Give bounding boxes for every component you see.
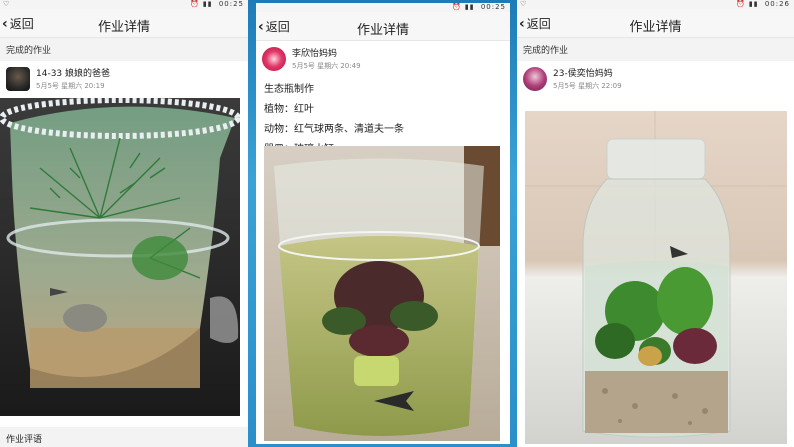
user-name: 14-33 娘娘的爸爸 bbox=[36, 69, 111, 79]
avatar[interactable] bbox=[262, 46, 286, 71]
post-header[interactable]: 23-侯奕怡妈妈 5月5号 星期六 22:09 bbox=[517, 61, 794, 96]
post-text-line: 动物：红气球两条、清道夫一条 bbox=[264, 124, 404, 135]
post-text-line: 生态瓶制作 bbox=[264, 84, 314, 95]
page-title: 作业详情 bbox=[356, 23, 409, 38]
homework-photo[interactable] bbox=[0, 98, 240, 416]
status-bar: ♡ ⏰ ▮▮ 00:26 bbox=[517, 0, 794, 9]
page-title: 作业详情 bbox=[629, 20, 682, 35]
section-label: 完成的作业 bbox=[517, 38, 794, 61]
user-name: 李欣怡妈妈 bbox=[292, 49, 338, 59]
notification-icon: ♡ bbox=[3, 0, 10, 8]
status-time: 00:26 bbox=[764, 0, 790, 8]
post-date: 5月5号 星期六 20:19 bbox=[36, 82, 105, 90]
section-label: 完成的作业 bbox=[0, 38, 248, 61]
notification-icon: ♡ bbox=[520, 0, 527, 8]
nav-bar: ‹ 返回 作业详情 bbox=[256, 12, 510, 41]
homework-photo[interactable] bbox=[264, 146, 500, 441]
post-date: 5月5号 星期六 22:09 bbox=[553, 82, 622, 90]
user-name: 23-侯奕怡妈妈 bbox=[553, 69, 613, 79]
phone-screen-2: ⏰ ▮▮ 00:25 ‹ 返回 作业详情 李欣怡妈妈 5月5号 星期六 20:4… bbox=[256, 3, 510, 444]
phone-screen-3: ♡ ⏰ ▮▮ 00:26 ‹ 返回 作业详情 完成的作业 23-侯奕怡妈妈 5月… bbox=[517, 0, 794, 447]
post-text-line: 植物：红叶 bbox=[264, 104, 314, 115]
phone-screen-1: ♡ ⏰ ▮▮ 00:25 ‹ 返回 作业详情 完成的作业 14-33 娘娘的爸爸… bbox=[0, 0, 248, 447]
status-icons: ⏰ ▮▮ 00:26 bbox=[735, 0, 790, 8]
status-icons: ⏰ ▮▮ 00:25 bbox=[189, 0, 244, 8]
post-date: 5月5号 星期六 20:49 bbox=[292, 62, 361, 70]
nav-bar: ‹ 返回 作业详情 bbox=[517, 9, 794, 38]
status-time: 00:25 bbox=[480, 3, 506, 11]
status-icons: ⏰ ▮▮ 00:25 bbox=[451, 3, 506, 11]
homework-photo[interactable] bbox=[525, 111, 787, 444]
post-header[interactable]: 李欣怡妈妈 5月5号 星期六 20:49 bbox=[256, 41, 510, 76]
page-title: 作业详情 bbox=[97, 20, 150, 35]
comment-section-label: 作业评语 bbox=[0, 427, 248, 447]
nav-bar: ‹ 返回 作业详情 bbox=[0, 9, 248, 38]
avatar[interactable] bbox=[6, 66, 30, 91]
post-header[interactable]: 14-33 娘娘的爸爸 5月5号 星期六 20:19 bbox=[0, 61, 248, 96]
status-bar: ♡ ⏰ ▮▮ 00:25 bbox=[0, 0, 248, 9]
status-time: 00:25 bbox=[218, 0, 244, 8]
avatar[interactable] bbox=[523, 66, 547, 91]
status-bar: ⏰ ▮▮ 00:25 bbox=[256, 3, 510, 12]
